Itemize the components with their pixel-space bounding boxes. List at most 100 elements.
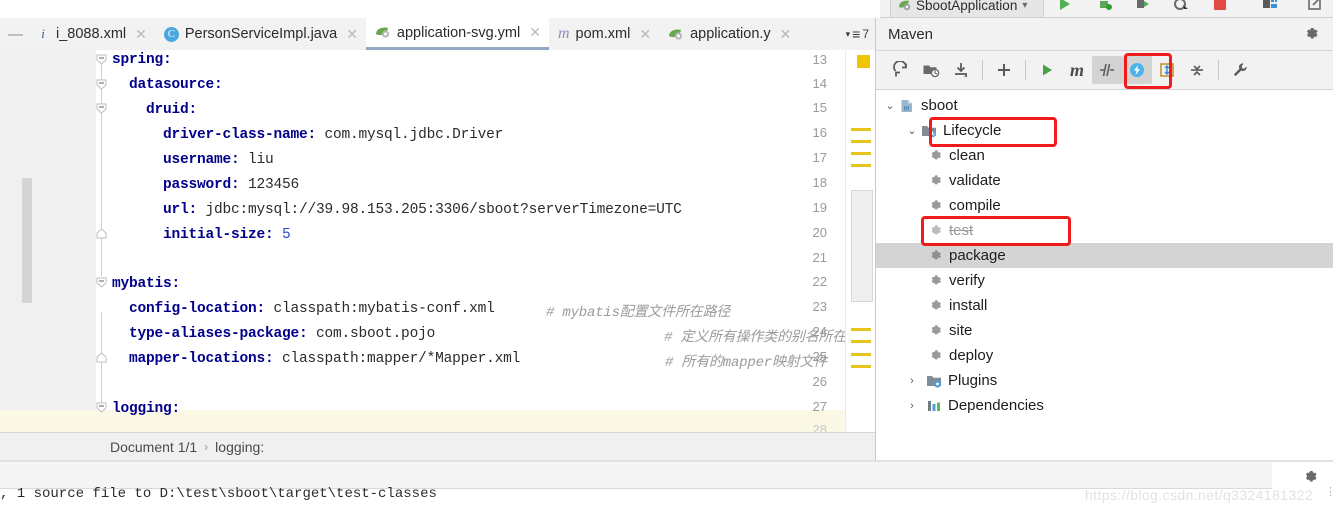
fold-marker-end-druid[interactable]	[95, 227, 108, 240]
chevron-down-icon[interactable]: ▾	[1022, 0, 1027, 11]
open-external-button[interactable]	[1305, 0, 1325, 14]
maven-panel-title: Maven	[888, 25, 934, 43]
code-text-area[interactable]: spring: datasource: druid: driver-class-…	[112, 50, 875, 432]
warning-marker[interactable]	[851, 164, 871, 167]
breadcrumb-document[interactable]: Document 1/1	[110, 439, 197, 455]
debug-button[interactable]	[1095, 0, 1115, 14]
code-line-27: logging:	[112, 401, 180, 417]
yaml-key: datasource	[129, 77, 215, 93]
editor-tab-i_8088-xml[interactable]: i i_8088.xml ✕	[27, 18, 155, 50]
layout-settings-button[interactable]	[1260, 0, 1280, 14]
fold-marker-spring[interactable]	[95, 53, 108, 66]
close-icon[interactable]: ✕	[639, 26, 651, 43]
chevron-right-icon[interactable]: ›	[882, 375, 920, 387]
fold-marker-end-mybatis[interactable]	[95, 351, 108, 364]
run-button[interactable]	[1055, 0, 1075, 14]
download-sources-button[interactable]	[946, 56, 976, 84]
editor-marker-strip[interactable]	[845, 50, 876, 432]
gear-icon[interactable]	[1302, 468, 1319, 488]
toggle-offline-mode-button[interactable]	[1122, 56, 1152, 84]
tab-label: application-svg.yml	[396, 24, 521, 41]
tree-row-plugins[interactable]: › Plugins	[876, 368, 1333, 393]
tree-row-sboot[interactable]: ⌄ m sboot	[876, 93, 1333, 118]
run-with-coverage-button[interactable]	[1133, 0, 1153, 14]
reload-all-maven-projects-button[interactable]	[886, 56, 916, 84]
run-configuration-selector[interactable]: SbootApplication ▾	[890, 0, 1044, 18]
code-line-13: spring:	[112, 52, 172, 68]
fold-marker-druid[interactable]	[95, 102, 108, 115]
yaml-colon: :	[163, 52, 172, 68]
chevron-down-icon[interactable]: ⌄	[882, 99, 898, 112]
yaml-key: mapper-locations	[129, 351, 266, 367]
close-icon[interactable]: ✕	[346, 26, 358, 43]
editor-tab-application-svg-yml[interactable]: application-svg.yml ✕	[365, 18, 549, 50]
close-icon[interactable]: ✕	[780, 26, 792, 43]
maven-config-button[interactable]	[1225, 56, 1255, 84]
code-editor[interactable]: 13 14 15 16 17 18 19 20 21 22 23 24 25 2…	[0, 50, 875, 432]
maven-goal-icon	[926, 197, 944, 215]
tree-row-goal-verify[interactable]: verify	[876, 268, 1333, 293]
warning-marker[interactable]	[851, 140, 871, 143]
code-line-17: username: liu	[163, 152, 274, 168]
yaml-colon: :	[214, 77, 223, 93]
tree-row-goal-deploy[interactable]: deploy	[876, 343, 1333, 368]
close-icon[interactable]: ✕	[135, 26, 147, 43]
fold-marker-mybatis[interactable]	[95, 276, 108, 289]
chevron-right-icon[interactable]: ›	[882, 400, 920, 412]
java-class-icon: C	[163, 26, 179, 42]
collapse-tabs-icon[interactable]: —	[0, 18, 27, 50]
tree-row-goal-package[interactable]: package	[876, 243, 1333, 268]
breadcrumb-node[interactable]: logging:	[215, 439, 264, 455]
editor-tab-personserviceimpl-java[interactable]: C PersonServiceImpl.java ✕	[155, 18, 366, 50]
code-line-25: mapper-locations: classpath:mapper/*Mapp…	[129, 351, 520, 367]
editor-tab-application-yml[interactable]: application.y ✕	[659, 18, 799, 50]
editor-vertical-scrollbar[interactable]	[22, 178, 32, 303]
collapse-all-button[interactable]	[1182, 56, 1212, 84]
tab-label: application.y	[690, 26, 771, 42]
console-output-line: , 1 source file to D:\test\sboot\target\…	[0, 486, 437, 502]
maven-settings-button[interactable]: m	[1062, 56, 1092, 84]
maven-project-tree[interactable]: ⌄ m sboot ⌄ Lifecycle clean validate com…	[876, 90, 1333, 463]
warning-marker[interactable]	[851, 340, 871, 343]
stop-button[interactable]	[1210, 0, 1230, 14]
console-more-icon[interactable]: ⋮	[1325, 487, 1333, 508]
fold-marker-logging[interactable]	[95, 401, 108, 414]
warning-marker-box[interactable]	[857, 55, 870, 68]
maven-goal-icon	[926, 297, 944, 315]
toolbar-divider	[1218, 60, 1219, 80]
marker-strip-thumb[interactable]	[851, 190, 873, 302]
breadcrumb-separator-icon: ›	[204, 439, 209, 454]
tree-row-goal-clean[interactable]: clean	[876, 143, 1333, 168]
code-line-15: druid:	[146, 102, 197, 118]
tree-row-goal-compile[interactable]: compile	[876, 193, 1333, 218]
yaml-value: classpath:mapper/*Mapper.xml	[273, 351, 521, 367]
tree-label: package	[949, 247, 1006, 264]
yaml-key: config-location	[129, 301, 257, 317]
generate-sources-button[interactable]	[916, 56, 946, 84]
editor-tab-pom-xml[interactable]: m pom.xml ✕	[549, 18, 659, 50]
tab-overflow-indicator[interactable]: ▾ ≡ 7	[846, 18, 875, 50]
warning-marker[interactable]	[851, 328, 871, 331]
gear-icon[interactable]	[1303, 25, 1320, 45]
close-icon[interactable]: ✕	[529, 24, 541, 41]
yaml-value: 5	[273, 227, 291, 243]
expand-all-button[interactable]	[1152, 56, 1182, 84]
tree-row-goal-test[interactable]: test	[876, 218, 1333, 243]
tree-row-lifecycle[interactable]: ⌄ Lifecycle	[876, 118, 1333, 143]
tree-row-goal-validate[interactable]: validate	[876, 168, 1333, 193]
warning-marker[interactable]	[851, 128, 871, 131]
warning-marker[interactable]	[851, 353, 871, 356]
tree-row-goal-site[interactable]: site	[876, 318, 1333, 343]
toggle-skip-tests-button[interactable]	[1092, 56, 1122, 84]
add-maven-project-button[interactable]	[989, 56, 1019, 84]
chevron-down-icon[interactable]: ⌄	[904, 124, 920, 137]
fold-marker-datasource[interactable]	[95, 78, 108, 91]
xml-file-icon: i	[41, 26, 45, 41]
warning-marker[interactable]	[851, 365, 871, 368]
tree-label: validate	[949, 172, 1001, 189]
profiler-button[interactable]	[1171, 0, 1191, 14]
execute-maven-goal-button[interactable]	[1032, 56, 1062, 84]
warning-marker[interactable]	[851, 152, 871, 155]
tree-row-dependencies[interactable]: › Dependencies	[876, 393, 1333, 418]
tree-row-goal-install[interactable]: install	[876, 293, 1333, 318]
